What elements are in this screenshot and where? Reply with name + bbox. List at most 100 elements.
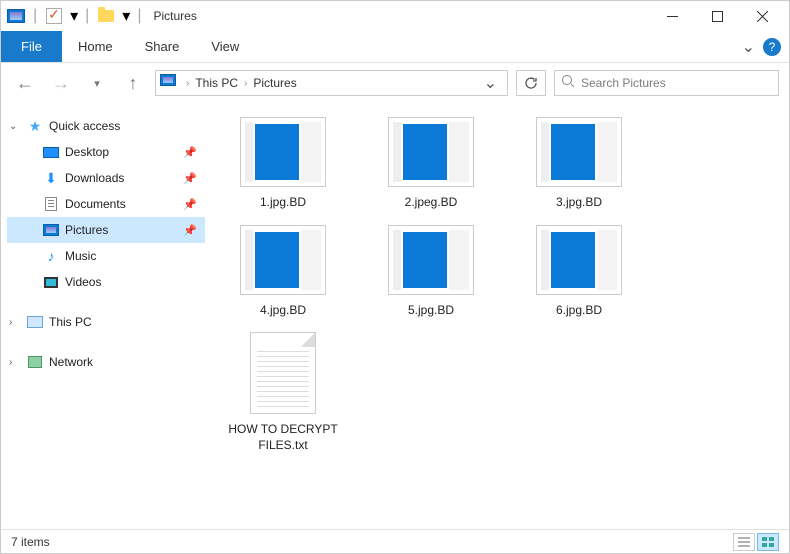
quick-access-label: Quick access bbox=[49, 119, 205, 133]
folder-icon[interactable] bbox=[95, 5, 117, 27]
tab-home[interactable]: Home bbox=[62, 31, 129, 62]
sidebar-this-pc[interactable]: › This PC bbox=[7, 309, 205, 335]
window-controls bbox=[650, 1, 785, 31]
pin-icon: 📌 bbox=[183, 146, 197, 159]
chevron-right-icon[interactable]: › bbox=[9, 357, 25, 368]
recent-locations-button[interactable]: ▾ bbox=[83, 69, 111, 97]
sidebar-item-music[interactable]: ♪Music bbox=[7, 243, 205, 269]
ribbon-expand-icon[interactable]: ⌄ bbox=[742, 37, 755, 57]
crumb-this-pc[interactable]: This PC bbox=[193, 76, 240, 90]
network-label: Network bbox=[49, 355, 205, 369]
pin-icon: 📌 bbox=[183, 172, 197, 185]
pin-icon: 📌 bbox=[183, 224, 197, 237]
file-name: HOW TO DECRYPT FILES.txt bbox=[221, 422, 345, 453]
window-title: Pictures bbox=[153, 9, 196, 23]
content: ⌄ ★ Quick access Desktop📌⬇Downloads📌Docu… bbox=[1, 103, 789, 533]
qat-properties-icon[interactable] bbox=[43, 5, 65, 27]
desktop-icon bbox=[41, 144, 61, 160]
pc-icon bbox=[25, 314, 45, 330]
quick-access-toolbar: | ▾ | ▾ | bbox=[5, 5, 143, 27]
image-thumbnail-icon bbox=[240, 225, 326, 295]
qat-separator-3: | bbox=[137, 7, 141, 25]
tab-share[interactable]: Share bbox=[129, 31, 196, 62]
file-tab[interactable]: File bbox=[1, 31, 62, 62]
maximize-button[interactable] bbox=[695, 1, 740, 31]
chevron-down-icon[interactable]: ⌄ bbox=[9, 121, 25, 132]
crumb-sep-1[interactable]: › bbox=[240, 78, 251, 89]
pin-icon: 📌 bbox=[183, 198, 197, 211]
back-button[interactable]: ← bbox=[11, 69, 39, 97]
qat-separator: | bbox=[33, 7, 37, 25]
image-thumbnail-icon bbox=[536, 225, 622, 295]
file-item[interactable]: 6.jpg.BD bbox=[517, 225, 641, 319]
qat-dropdown-icon[interactable]: ▾ bbox=[69, 6, 79, 26]
help-icon[interactable]: ? bbox=[763, 38, 781, 56]
sidebar-item-videos[interactable]: Videos bbox=[7, 269, 205, 295]
address-dropdown-icon[interactable]: ⌄ bbox=[478, 73, 503, 93]
forward-button[interactable]: → bbox=[47, 69, 75, 97]
doc-icon bbox=[41, 196, 61, 212]
search-placeholder: Search Pictures bbox=[581, 76, 666, 90]
file-name: 6.jpg.BD bbox=[556, 303, 602, 319]
this-pc-label: This PC bbox=[49, 315, 205, 329]
network-icon bbox=[25, 354, 45, 370]
crumb-pictures[interactable]: Pictures bbox=[251, 76, 298, 90]
navbar: ← → ▾ ↑ › This PC › Pictures ⌄ Search Pi… bbox=[1, 63, 789, 103]
thumbnails-view-button[interactable] bbox=[757, 533, 779, 551]
pic-icon bbox=[41, 222, 61, 238]
sidebar-item-documents[interactable]: Documents📌 bbox=[7, 191, 205, 217]
image-thumbnail-icon bbox=[388, 225, 474, 295]
search-icon bbox=[561, 74, 575, 93]
minimize-button[interactable] bbox=[650, 1, 695, 31]
sidebar-network[interactable]: › Network bbox=[7, 349, 205, 375]
file-name: 5.jpg.BD bbox=[408, 303, 454, 319]
sidebar-item-pictures[interactable]: Pictures📌 bbox=[7, 217, 205, 243]
file-item[interactable]: HOW TO DECRYPT FILES.txt bbox=[221, 332, 345, 453]
search-box[interactable]: Search Pictures bbox=[554, 70, 779, 96]
titlebar: | ▾ | ▾ | Pictures bbox=[1, 1, 789, 31]
details-view-button[interactable] bbox=[733, 533, 755, 551]
status-bar: 7 items bbox=[1, 529, 789, 553]
view-switcher bbox=[733, 533, 779, 551]
image-thumbnail-icon bbox=[240, 117, 326, 187]
ribbon-right: ⌄ ? bbox=[742, 31, 789, 62]
folder-dropdown-icon[interactable]: ▾ bbox=[121, 6, 131, 26]
address-bar[interactable]: › This PC › Pictures ⌄ bbox=[155, 70, 508, 96]
file-item[interactable]: 4.jpg.BD bbox=[221, 225, 345, 319]
sidebar-item-label: Videos bbox=[65, 275, 205, 289]
file-item[interactable]: 2.jpeg.BD bbox=[369, 117, 493, 211]
video-icon bbox=[41, 274, 61, 290]
file-name: 4.jpg.BD bbox=[260, 303, 306, 319]
image-thumbnail-icon bbox=[388, 117, 474, 187]
file-name: 2.jpeg.BD bbox=[405, 195, 458, 211]
crumb-sep-0[interactable]: › bbox=[182, 78, 193, 89]
address-folder-icon bbox=[160, 74, 178, 92]
sidebar-item-downloads[interactable]: ⬇ Downloads📌 bbox=[7, 165, 205, 191]
refresh-button[interactable] bbox=[516, 70, 546, 96]
tab-view[interactable]: View bbox=[195, 31, 255, 62]
sidebar-item-label: Desktop bbox=[65, 145, 183, 159]
file-name: 3.jpg.BD bbox=[556, 195, 602, 211]
explorer-app-icon[interactable] bbox=[5, 5, 27, 27]
image-thumbnail-icon bbox=[536, 117, 622, 187]
text-file-icon bbox=[250, 332, 316, 414]
sidebar-item-desktop[interactable]: Desktop📌 bbox=[7, 139, 205, 165]
sidebar-item-label: Documents bbox=[65, 197, 183, 211]
ribbon: File Home Share View ⌄ ? bbox=[1, 31, 789, 63]
music-icon: ♪ bbox=[41, 248, 61, 264]
up-button[interactable]: ↑ bbox=[119, 69, 147, 97]
download-icon: ⬇ bbox=[41, 170, 61, 186]
status-item-count: 7 items bbox=[11, 535, 50, 549]
close-button[interactable] bbox=[740, 1, 785, 31]
qat-separator-2: | bbox=[85, 7, 89, 25]
file-item[interactable]: 3.jpg.BD bbox=[517, 117, 641, 211]
file-item[interactable]: 5.jpg.BD bbox=[369, 225, 493, 319]
sidebar-quick-access[interactable]: ⌄ ★ Quick access bbox=[7, 113, 205, 139]
chevron-right-icon[interactable]: › bbox=[9, 317, 25, 328]
file-item[interactable]: 1.jpg.BD bbox=[221, 117, 345, 211]
navigation-pane: ⌄ ★ Quick access Desktop📌⬇Downloads📌Docu… bbox=[1, 103, 211, 533]
file-name: 1.jpg.BD bbox=[260, 195, 306, 211]
sidebar-item-label: Downloads bbox=[65, 171, 183, 185]
file-pane[interactable]: 1.jpg.BD 2.jpeg.BD 3.jpg.BD 4.jpg.BD 5.jpg.B… bbox=[211, 103, 789, 533]
sidebar-item-label: Pictures bbox=[65, 223, 183, 237]
